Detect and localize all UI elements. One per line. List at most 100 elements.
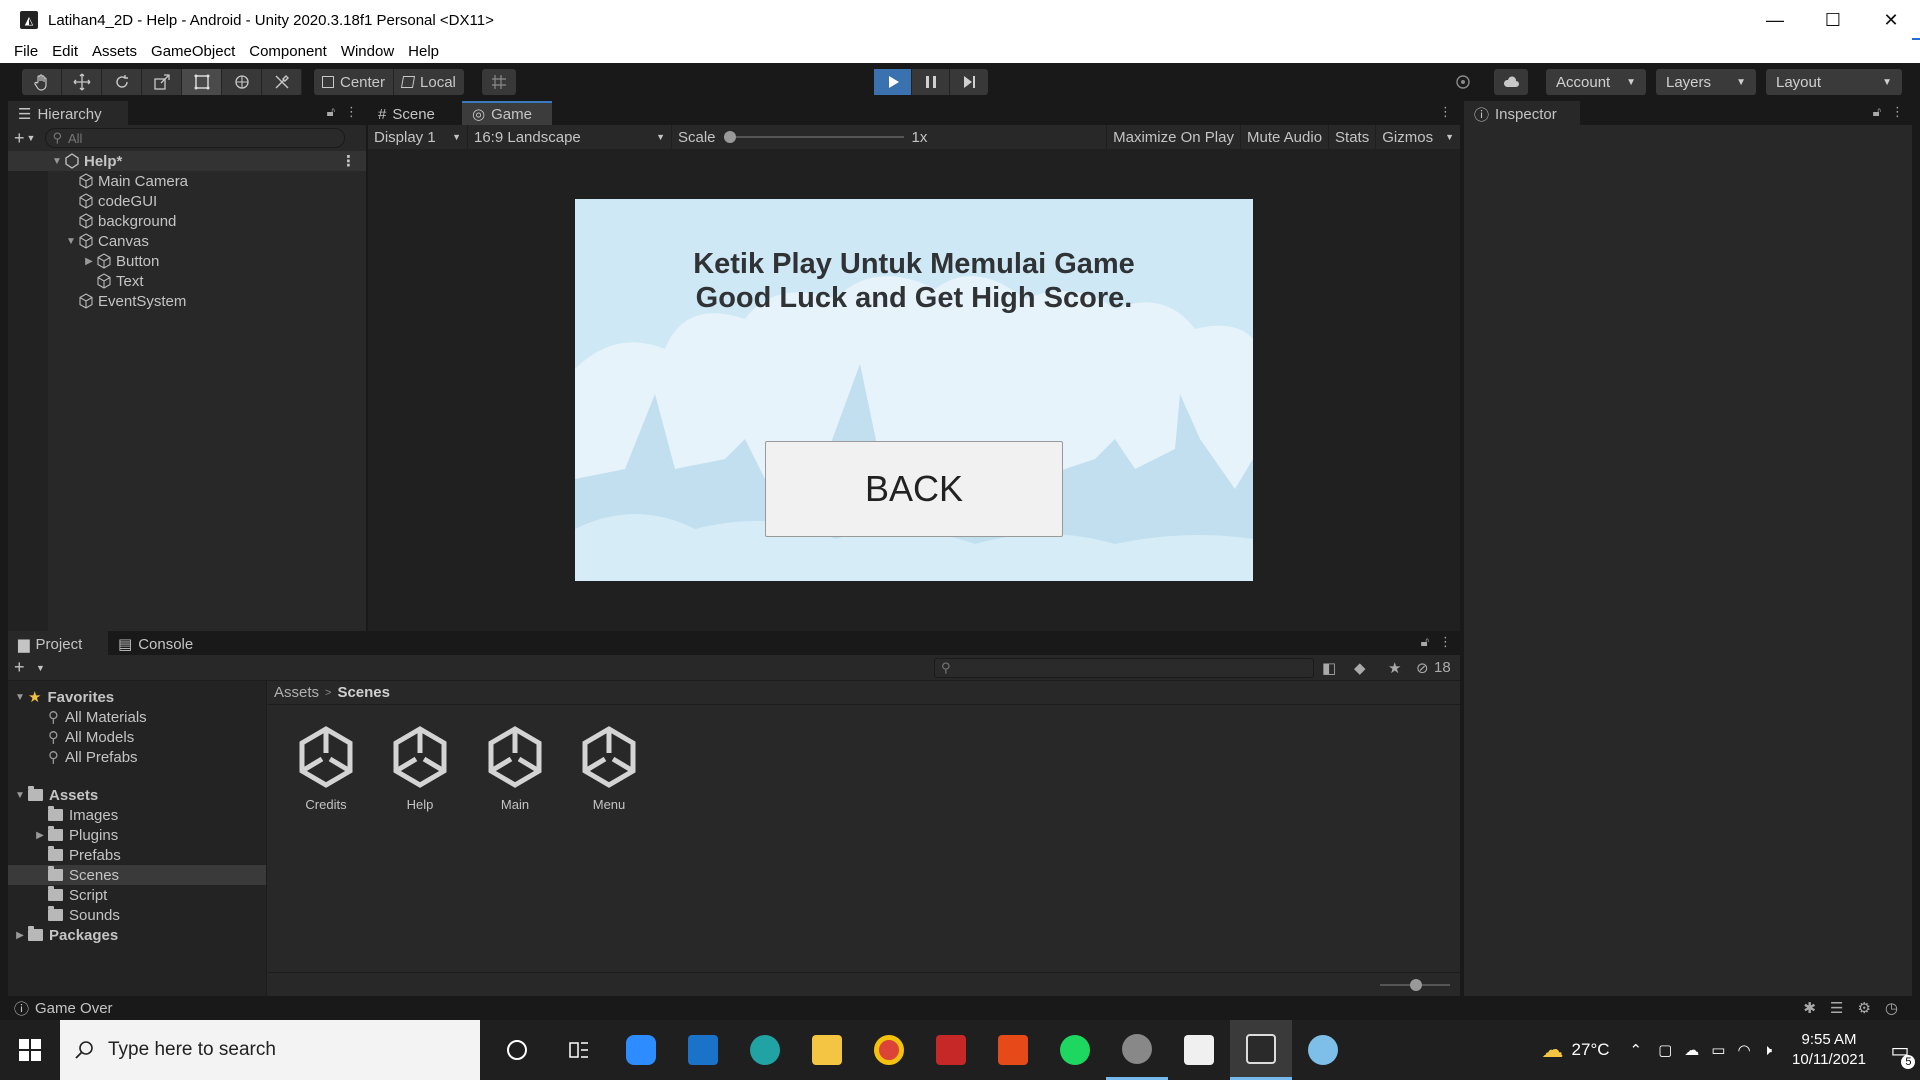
display-dropdown[interactable]: Display 1 ▼ <box>368 125 468 149</box>
menu-gameobject[interactable]: GameObject <box>151 43 235 60</box>
collab-button[interactable] <box>1448 69 1478 95</box>
maximize-on-play-toggle[interactable]: Maximize On Play <box>1106 125 1241 149</box>
chevron-down-icon[interactable]: ▼ <box>36 663 45 673</box>
grid-snap-toggle[interactable] <box>482 69 516 95</box>
tab-game[interactable]: ◎ Game <box>462 101 552 125</box>
menu-window[interactable]: Window <box>341 43 394 60</box>
step-button[interactable] <box>950 69 988 95</box>
kebab-menu-icon[interactable]: ⋮ <box>341 152 356 170</box>
hierarchy-item-text[interactable]: Text <box>8 271 366 291</box>
asset-scene-menu[interactable]: Menu <box>569 725 649 812</box>
menu-help[interactable]: Help <box>408 43 439 60</box>
menu-file[interactable]: File <box>14 43 38 60</box>
cortana-icon[interactable] <box>486 1020 548 1080</box>
rotate-tool-icon[interactable] <box>102 69 142 95</box>
onedrive-icon[interactable]: ☁ <box>1684 1041 1699 1059</box>
play-button[interactable] <box>874 69 912 95</box>
favorites-row[interactable]: ▼ ★ Favorites <box>8 687 266 707</box>
expand-arrow-icon[interactable]: ▼ <box>12 790 28 801</box>
cache-server-icon[interactable]: ☰ <box>1830 999 1843 1017</box>
meet-now-icon[interactable]: ▢ <box>1658 1041 1672 1059</box>
lock-icon[interactable]: 🔓︎ <box>1421 634 1429 650</box>
progress-icon[interactable]: ◷ <box>1885 999 1898 1017</box>
lock-icon[interactable]: 🔓︎ <box>1873 104 1881 120</box>
tab-inspector[interactable]: ⓘ Inspector <box>1464 101 1580 125</box>
scale-tool-icon[interactable] <box>142 69 182 95</box>
assets-root-row[interactable]: ▼ Assets <box>8 785 266 805</box>
hierarchy-item-eventsystem[interactable]: EventSystem <box>8 291 366 311</box>
asset-scene-main[interactable]: Main <box>475 725 555 812</box>
chevron-down-icon[interactable]: ▼ <box>27 133 36 143</box>
kebab-menu-icon[interactable]: ⋮ <box>345 104 358 120</box>
auto-generate-lighting-icon[interactable]: ⚙ <box>1857 999 1870 1017</box>
task-view-icon[interactable] <box>548 1020 610 1080</box>
spotify-app-icon[interactable] <box>1044 1020 1106 1080</box>
menu-assets[interactable]: Assets <box>92 43 137 60</box>
create-add-button[interactable]: + <box>14 657 25 678</box>
taskbar-search-box[interactable]: Type here to search <box>60 1020 480 1080</box>
chrome-profile-icon[interactable] <box>1106 1020 1168 1080</box>
edge-browser-icon[interactable] <box>734 1020 796 1080</box>
taskbar-clock[interactable]: 9:55 AM 10/11/2021 <box>1792 1030 1866 1070</box>
scale-slider-handle[interactable] <box>723 131 736 143</box>
expand-arrow-icon[interactable]: ▼ <box>50 156 64 167</box>
rect-tool-icon[interactable] <box>182 69 222 95</box>
mute-audio-toggle[interactable]: Mute Audio <box>1241 125 1330 149</box>
project-search-input[interactable]: ⚲ <box>934 658 1314 678</box>
create-add-button[interactable]: + <box>14 128 25 149</box>
scale-slider[interactable] <box>723 131 904 143</box>
mail-app-icon[interactable] <box>672 1020 734 1080</box>
hidden-packages-icon[interactable]: ⊘ <box>1416 659 1429 677</box>
office-app-icon[interactable] <box>982 1020 1044 1080</box>
minimize-button[interactable]: — <box>1746 0 1804 40</box>
favorite-all-models[interactable]: ⚲ All Models <box>8 727 266 747</box>
hierarchy-item-main-camera[interactable]: Main Camera <box>8 171 366 191</box>
expand-arrow-icon[interactable]: ▼ <box>12 692 28 703</box>
chrome-browser-icon[interactable] <box>858 1020 920 1080</box>
collapsed-arrow-icon[interactable]: ▶ <box>82 256 96 267</box>
tab-scene[interactable]: # Scene <box>368 101 462 125</box>
pivot-local-button[interactable]: Local <box>394 69 464 95</box>
hierarchy-item-codegui[interactable]: codeGUI <box>8 191 366 211</box>
asset-scene-credits[interactable]: Credits <box>286 725 366 812</box>
weather-temperature[interactable]: 27°C <box>1572 1040 1610 1060</box>
kebab-menu-icon[interactable]: ⋮ <box>1891 104 1904 120</box>
tab-console[interactable]: ▤ Console <box>108 631 208 655</box>
status-message[interactable]: Game Over <box>35 1000 113 1017</box>
cloud-button[interactable] <box>1494 69 1528 95</box>
gizmos-toggle[interactable]: Gizmos <box>1376 125 1439 149</box>
winrar-app-icon[interactable] <box>920 1020 982 1080</box>
folder-scenes[interactable]: Scenes <box>8 865 266 885</box>
back-button[interactable]: BACK <box>765 441 1063 537</box>
breadcrumb-assets[interactable]: Assets <box>274 684 319 701</box>
favorite-all-prefabs[interactable]: ⚲ All Prefabs <box>8 747 266 767</box>
packages-row[interactable]: ▶ Packages <box>8 925 266 945</box>
hand-tool-icon[interactable] <box>22 69 62 95</box>
expand-arrow-icon[interactable]: ▼ <box>64 236 78 247</box>
close-button[interactable]: ✕ <box>1862 0 1920 40</box>
tab-project[interactable]: ▆ Project <box>8 631 108 655</box>
icon-size-slider-handle[interactable] <box>1410 979 1422 991</box>
battery-icon[interactable]: ▭ <box>1711 1041 1725 1059</box>
unity-editor-taskbar-icon[interactable] <box>1230 1020 1292 1080</box>
hierarchy-item-button[interactable]: ▶ Button <box>8 251 366 271</box>
asset-scene-help[interactable]: Help <box>380 725 460 812</box>
weather-icon[interactable]: ☁ <box>1542 1037 1564 1063</box>
wifi-icon[interactable]: ◠ <box>1737 1041 1750 1059</box>
tab-hierarchy[interactable]: ☰ Hierarchy <box>8 101 128 125</box>
action-center-button[interactable]: ▭ 5 <box>1880 1020 1920 1080</box>
volume-icon[interactable]: 🕨︎ <box>1763 1042 1772 1059</box>
menu-edit[interactable]: Edit <box>52 43 78 60</box>
collapsed-arrow-icon[interactable]: ▶ <box>32 830 48 841</box>
folder-plugins[interactable]: ▶ Plugins <box>8 825 266 845</box>
hierarchy-search-input[interactable]: ⚲ All <box>45 128 346 148</box>
transform-tool-icon[interactable] <box>222 69 262 95</box>
favorite-all-materials[interactable]: ⚲ All Materials <box>8 707 266 727</box>
pause-button[interactable] <box>912 69 950 95</box>
hierarchy-item-background[interactable]: background <box>8 211 366 231</box>
paint-app-icon[interactable] <box>1292 1020 1354 1080</box>
menu-component[interactable]: Component <box>249 43 327 60</box>
account-dropdown[interactable]: Account ▼ <box>1546 69 1646 95</box>
folder-script[interactable]: Script <box>8 885 266 905</box>
debug-mode-icon[interactable]: ✱ <box>1803 999 1816 1017</box>
